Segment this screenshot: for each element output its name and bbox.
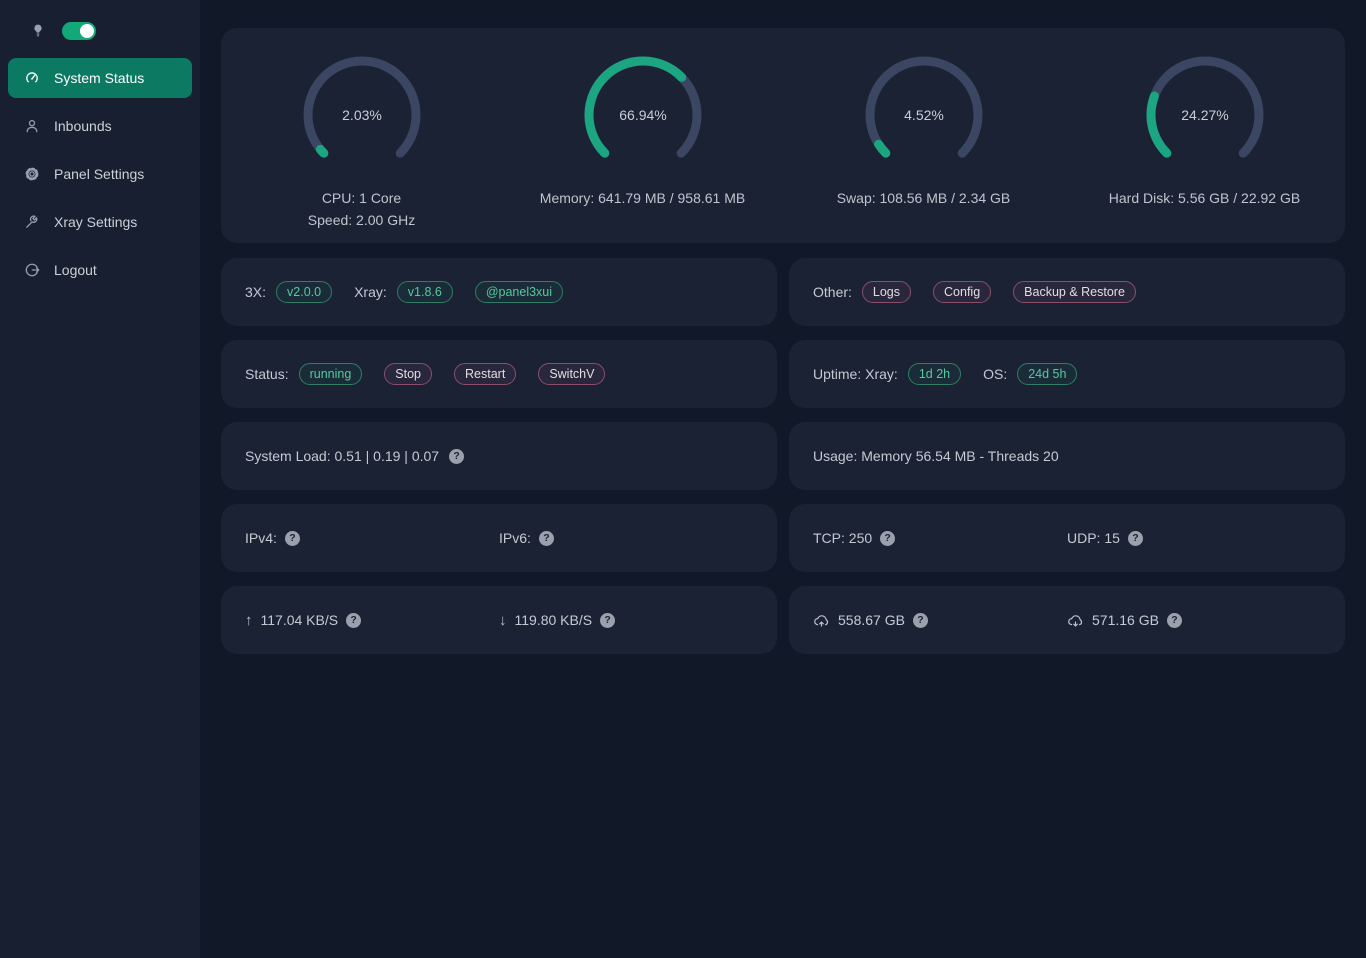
- ipv4-label: IPv4:: [245, 530, 277, 546]
- connections-card: TCP: 250 ? UDP: 15 ?: [789, 504, 1345, 572]
- main-content: 2.03% CPU: 1 CoreSpeed: 2.00 GHz 66.94% Mem…: [200, 0, 1366, 958]
- help-icon[interactable]: ?: [913, 613, 928, 628]
- sidebar: System Status Inbounds: [0, 0, 200, 958]
- status-label: Status:: [245, 366, 289, 382]
- sidebar-nav: System Status Inbounds: [0, 58, 200, 290]
- gear-icon: [24, 166, 40, 182]
- cloud-upload-icon: [813, 612, 830, 629]
- download-speed-text: 119.80 KB/S: [515, 612, 593, 628]
- upload-speed-text: 117.04 KB/S: [261, 612, 339, 628]
- gauge-caption-cpu: Speed: 2.00 GHz: [308, 210, 415, 231]
- user-icon: [24, 118, 40, 134]
- cloud-download-icon: [1067, 612, 1084, 629]
- gauge-row: 2.03% CPU: 1 CoreSpeed: 2.00 GHz 66.94% Mem…: [221, 28, 1345, 231]
- uptime-xray-label: Uptime: Xray:: [813, 366, 898, 382]
- sidebar-item-panel-settings[interactable]: Panel Settings: [8, 154, 192, 194]
- dark-mode-toggle[interactable]: [62, 22, 96, 40]
- toggle-knob: [80, 24, 94, 38]
- ipv6-label: IPv6:: [499, 530, 531, 546]
- sidebar-item-label: Xray Settings: [54, 214, 137, 230]
- gauge-hard-disk: 24.27% Hard Disk: 5.56 GB / 22.92 GB: [1064, 55, 1345, 231]
- network-speed-card: ↑ 117.04 KB/S ? ↓ 119.80 KB/S ?: [221, 586, 777, 654]
- download-arrow-icon: ↓: [499, 612, 507, 629]
- help-icon[interactable]: ?: [539, 531, 554, 546]
- stop-button[interactable]: Stop: [384, 363, 432, 385]
- system-load-text: System Load: 0.51 | 0.19 | 0.07: [245, 448, 439, 464]
- gauge-caption-cpu: CPU: 1 Core: [322, 188, 401, 209]
- uptime-os-label: OS:: [983, 366, 1007, 382]
- gauge-caption-hard-disk: Hard Disk: 5.56 GB / 22.92 GB: [1109, 188, 1300, 209]
- ip-card: IPv4: ? IPv6: ?: [221, 504, 777, 572]
- backup-restore-button[interactable]: Backup & Restore: [1013, 281, 1136, 303]
- os-uptime-badge: 24d 5h: [1017, 363, 1077, 385]
- app-window: System Status Inbounds: [0, 0, 1366, 958]
- udp-count-text: UDP: 15: [1067, 530, 1120, 546]
- help-icon[interactable]: ?: [346, 613, 361, 628]
- svg-text:4.52%: 4.52%: [904, 107, 944, 123]
- xray-uptime-badge: 1d 2h: [908, 363, 961, 385]
- uptime-card: Uptime: Xray: 1d 2h OS: 24d 5h: [789, 340, 1345, 408]
- sidebar-item-label: Panel Settings: [54, 166, 144, 182]
- gauge-arc-memory: 66.94%: [583, 55, 703, 175]
- xray-status-card: Status: running Stop Restart SwitchV: [221, 340, 777, 408]
- status-running-badge: running: [299, 363, 363, 385]
- xray-version-badge[interactable]: v1.8.6: [397, 281, 453, 303]
- light-bulb-icon: [30, 23, 46, 39]
- help-icon[interactable]: ?: [285, 531, 300, 546]
- restart-button[interactable]: Restart: [454, 363, 516, 385]
- other-card: Other: Logs Config Backup & Restore: [789, 258, 1345, 326]
- gauge-caption-swap: Swap: 108.56 MB / 2.34 GB: [837, 188, 1011, 209]
- other-label: Other:: [813, 284, 852, 300]
- help-icon[interactable]: ?: [449, 449, 464, 464]
- sidebar-item-logout[interactable]: Logout: [8, 250, 192, 290]
- telegram-badge[interactable]: @panel3xui: [475, 281, 563, 303]
- upload-arrow-icon: ↑: [245, 612, 253, 629]
- usage-text: Usage: Memory 56.54 MB - Threads 20: [813, 448, 1059, 464]
- help-icon[interactable]: ?: [1167, 613, 1182, 628]
- total-traffic-card: 558.67 GB ? 571.16 GB ?: [789, 586, 1345, 654]
- svg-text:2.03%: 2.03%: [342, 107, 382, 123]
- help-icon[interactable]: ?: [880, 531, 895, 546]
- gauge-swap: 4.52% Swap: 108.56 MB / 2.34 GB: [783, 55, 1064, 231]
- panel-version-label: 3X:: [245, 284, 266, 300]
- config-button[interactable]: Config: [933, 281, 991, 303]
- system-load-card: System Load: 0.51 | 0.19 | 0.07 ?: [221, 422, 777, 490]
- gauge-cpu: 2.03% CPU: 1 CoreSpeed: 2.00 GHz: [221, 55, 502, 231]
- total-received-text: 571.16 GB: [1092, 612, 1159, 628]
- sidebar-item-label: Inbounds: [54, 118, 112, 134]
- usage-card: Usage: Memory 56.54 MB - Threads 20: [789, 422, 1345, 490]
- tcp-count-text: TCP: 250: [813, 530, 872, 546]
- sidebar-item-inbounds[interactable]: Inbounds: [8, 106, 192, 146]
- logs-button[interactable]: Logs: [862, 281, 911, 303]
- total-sent-text: 558.67 GB: [838, 612, 905, 628]
- theme-switch-row: [0, 0, 200, 50]
- help-icon[interactable]: ?: [1128, 531, 1143, 546]
- panel-version-badge[interactable]: v2.0.0: [276, 281, 332, 303]
- switch-version-button[interactable]: SwitchV: [538, 363, 605, 385]
- sidebar-item-xray-settings[interactable]: Xray Settings: [8, 202, 192, 242]
- svg-text:24.27%: 24.27%: [1181, 107, 1228, 123]
- sidebar-item-label: System Status: [54, 70, 144, 86]
- gauge-arc-hard-disk: 24.27%: [1145, 55, 1265, 175]
- status-cards-grid: 3X: v2.0.0 Xray: v1.8.6 @panel3xui Other…: [221, 258, 1345, 654]
- version-card: 3X: v2.0.0 Xray: v1.8.6 @panel3xui: [221, 258, 777, 326]
- xray-version-label: Xray:: [354, 284, 387, 300]
- wrench-icon: [24, 214, 40, 230]
- sidebar-item-system-status[interactable]: System Status: [8, 58, 192, 98]
- gauge-caption-memory: Memory: 641.79 MB / 958.61 MB: [540, 188, 745, 209]
- logout-icon: [24, 262, 40, 278]
- gauge-arc-cpu: 2.03%: [302, 55, 422, 175]
- svg-text:66.94%: 66.94%: [619, 107, 666, 123]
- help-icon[interactable]: ?: [600, 613, 615, 628]
- dashboard-icon: [24, 70, 40, 86]
- sidebar-item-label: Logout: [54, 262, 97, 278]
- resource-overview-card: 2.03% CPU: 1 CoreSpeed: 2.00 GHz 66.94% Mem…: [221, 28, 1345, 243]
- gauge-memory: 66.94% Memory: 641.79 MB / 958.61 MB: [502, 55, 783, 231]
- gauge-arc-swap: 4.52%: [864, 55, 984, 175]
